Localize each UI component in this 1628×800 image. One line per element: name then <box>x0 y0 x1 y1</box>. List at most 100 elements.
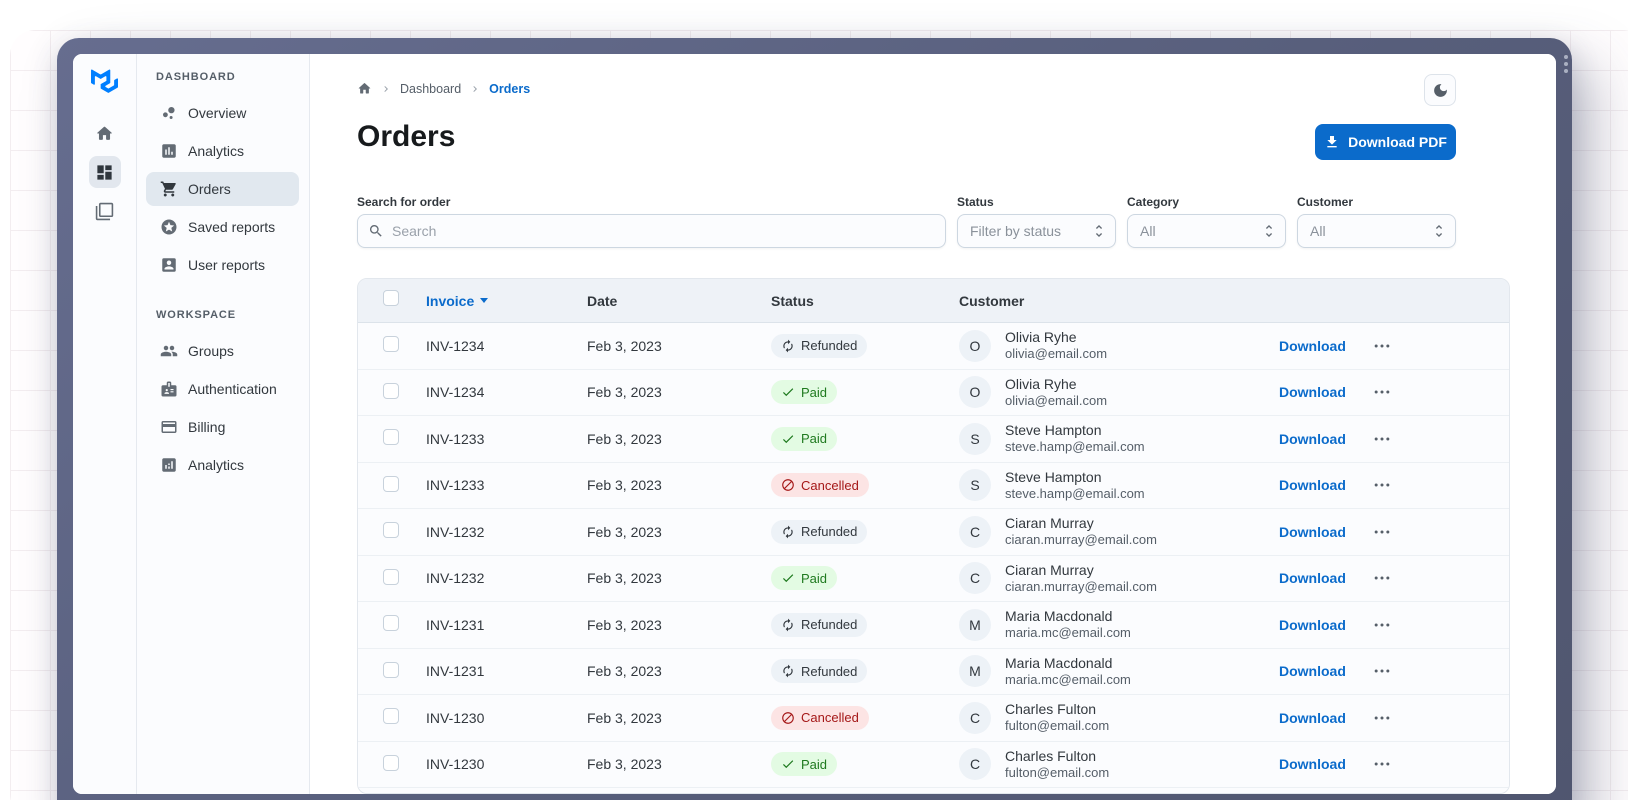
invoice-cell: INV-1233 <box>426 477 485 494</box>
row-checkbox[interactable] <box>383 615 399 632</box>
customer-select[interactable]: All <box>1297 214 1456 248</box>
more-options-icon[interactable] <box>1372 522 1392 542</box>
sidebar-item-orders[interactable]: Orders <box>146 172 299 206</box>
sidebar-item-billing[interactable]: Billing <box>146 410 299 444</box>
download-link[interactable]: Download <box>1279 524 1346 540</box>
column-header-status: Status <box>771 292 814 309</box>
date-cell: Feb 3, 2023 <box>587 337 662 354</box>
more-options-icon[interactable] <box>1372 429 1392 449</box>
rail-button-dashboard-grid[interactable] <box>88 156 121 188</box>
avatar: M <box>959 655 991 688</box>
unfold-icon <box>1095 225 1103 237</box>
invoice-cell: INV-1232 <box>426 570 485 587</box>
invoice-cell: INV-1231 <box>426 663 485 680</box>
more-options-icon[interactable] <box>1372 336 1392 356</box>
more-options-icon[interactable] <box>1372 475 1392 495</box>
sidebar-item-analytics[interactable]: Analytics <box>146 448 299 482</box>
date-cell: Feb 3, 2023 <box>587 616 662 633</box>
column-header-invoice[interactable]: Invoice <box>426 293 587 309</box>
check-icon <box>781 385 795 399</box>
sidebar-item-overview[interactable]: Overview <box>146 96 299 130</box>
status-chip: Refunded <box>771 333 868 358</box>
status-chip: Refunded <box>771 612 868 637</box>
more-options-icon[interactable] <box>1372 382 1392 402</box>
download-link[interactable]: Download <box>1279 384 1346 400</box>
download-link[interactable]: Download <box>1279 477 1346 493</box>
date-cell: Feb 3, 2023 <box>587 570 662 587</box>
category-select[interactable]: All <box>1127 214 1286 248</box>
status-chip: Cancelled <box>771 705 869 730</box>
select-all-checkbox[interactable] <box>383 290 399 306</box>
more-options-icon[interactable] <box>1372 661 1392 681</box>
check-icon <box>781 757 795 771</box>
customer-email: olivia@email.com <box>1005 346 1108 362</box>
table-row: INV-1233 Feb 3, 2023 Paid S Steve Hampto… <box>358 416 1509 463</box>
avatar: C <box>959 748 991 781</box>
date-cell: Feb 3, 2023 <box>587 384 662 401</box>
customer-email: ciaran.murray@email.com <box>1005 532 1157 548</box>
more-options-icon[interactable] <box>1372 568 1392 588</box>
row-checkbox[interactable] <box>383 708 399 725</box>
sidebar-item-analytics[interactable]: Analytics <box>146 134 299 168</box>
customer-name: Charles Fulton <box>1005 701 1097 718</box>
customer-email: maria.mc@email.com <box>1005 671 1131 687</box>
search-box[interactable] <box>357 214 946 248</box>
sidebar-item-user-reports[interactable]: User reports <box>146 248 299 282</box>
download-link[interactable]: Download <box>1279 617 1346 633</box>
status-chip: Paid <box>771 426 838 451</box>
download-link[interactable]: Download <box>1279 710 1346 726</box>
avatar: S <box>959 469 991 502</box>
analytics-icon <box>160 456 178 474</box>
date-cell: Feb 3, 2023 <box>587 663 662 680</box>
assessment-icon <box>160 142 178 160</box>
table-row: INV-1232 Feb 3, 2023 Paid C Ciaran Murra… <box>358 555 1509 602</box>
download-link[interactable]: Download <box>1279 338 1346 354</box>
check-icon <box>781 571 795 585</box>
home-icon[interactable] <box>357 81 372 96</box>
scrollbar-thumb[interactable] <box>1564 55 1570 73</box>
more-options-icon[interactable] <box>1372 708 1392 728</box>
customer-name: Steve Hampton <box>1005 422 1102 439</box>
more-options-icon[interactable] <box>1372 754 1392 774</box>
more-options-icon[interactable] <box>1372 615 1392 635</box>
sidebar-item-saved-reports[interactable]: Saved reports <box>146 210 299 244</box>
rail-button-stack[interactable] <box>89 195 121 227</box>
search-input[interactable] <box>392 223 935 239</box>
section-title-dashboard: DASHBOARD <box>156 71 236 83</box>
breadcrumb-orders[interactable]: Orders <box>489 82 530 96</box>
row-checkbox[interactable] <box>383 429 399 446</box>
chevron-right-icon <box>380 83 392 95</box>
rail-button-home[interactable] <box>89 117 121 149</box>
customer-email: maria.mc@email.com <box>1005 625 1131 641</box>
download-link[interactable]: Download <box>1279 663 1346 679</box>
row-checkbox[interactable] <box>383 661 399 678</box>
row-checkbox[interactable] <box>383 382 399 399</box>
invoice-cell: INV-1234 <box>426 384 485 401</box>
table-body: INV-1234 Feb 3, 2023 Refunded O Olivia R… <box>358 323 1509 793</box>
row-checkbox[interactable] <box>383 475 399 492</box>
sidebar-item-groups[interactable]: Groups <box>146 334 299 368</box>
column-header-date: Date <box>587 292 618 309</box>
download-link[interactable]: Download <box>1279 570 1346 586</box>
account-box-icon <box>160 256 178 274</box>
status-select[interactable]: Filter by status <box>957 214 1116 248</box>
download-pdf-button[interactable]: Download PDF <box>1315 124 1456 160</box>
section-title-workspace: WORKSPACE <box>156 309 237 321</box>
date-cell: Feb 3, 2023 <box>587 523 662 540</box>
breadcrumb-dashboard[interactable]: Dashboard <box>400 82 461 96</box>
search-label: Search for order <box>357 195 451 209</box>
download-link[interactable]: Download <box>1279 431 1346 447</box>
row-checkbox[interactable] <box>383 568 399 585</box>
customer-email: ciaran.murray@email.com <box>1005 578 1157 594</box>
customer-name: Charles Fulton <box>1005 747 1097 764</box>
sidebar-item-authentication[interactable]: Authentication <box>146 372 299 406</box>
star-circle-icon <box>160 218 178 236</box>
category-label: Category <box>1127 195 1180 209</box>
orders-table: Invoice Date Status Customer INV-1234 Fe… <box>357 278 1510 794</box>
row-checkbox[interactable] <box>383 754 399 771</box>
download-link[interactable]: Download <box>1279 756 1346 772</box>
dark-mode-toggle[interactable] <box>1424 74 1456 106</box>
row-checkbox[interactable] <box>383 522 399 539</box>
autorenew-icon <box>781 618 795 632</box>
row-checkbox[interactable] <box>383 336 399 353</box>
